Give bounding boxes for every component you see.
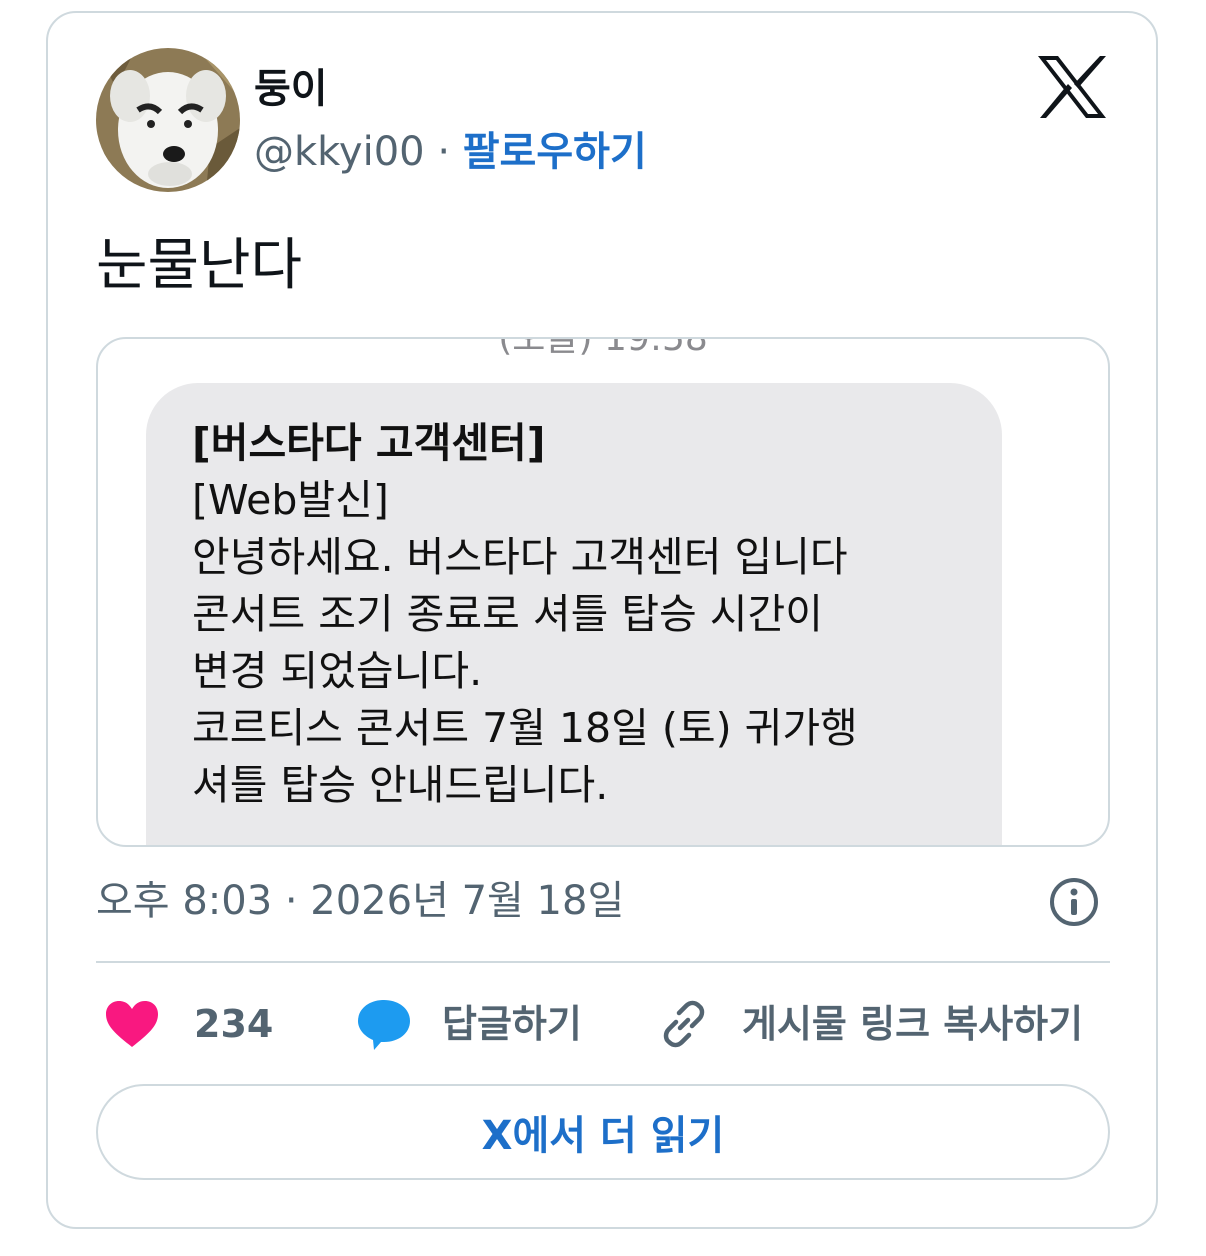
author-display-name[interactable]: 둥이 bbox=[254, 62, 328, 116]
follow-button[interactable]: 팔로우하기 bbox=[463, 129, 647, 175]
speech-bubble-icon bbox=[358, 1000, 410, 1050]
read-more-label: X에서 더 읽기 bbox=[481, 1113, 725, 1159]
sms-line: 코르티스 콘서트 7월 18일 (토) 귀가행 bbox=[192, 704, 858, 752]
sms-line: 변경 되었습니다. bbox=[192, 647, 483, 695]
like-button[interactable]: 234 bbox=[104, 994, 273, 1054]
reply-label: 답글하기 bbox=[442, 1002, 582, 1046]
sms-line: 안녕하세요. 버스타다 고객센터 입니다 bbox=[192, 533, 848, 581]
author-avatar[interactable] bbox=[96, 48, 240, 192]
author-handle-row: @kkyi00 · 팔로우하기 bbox=[254, 126, 647, 178]
link-icon bbox=[663, 1000, 705, 1048]
tweet-text: 눈물난다 bbox=[96, 233, 303, 298]
copy-link-label: 게시물 링크 복사하기 bbox=[742, 1002, 1084, 1046]
sms-line: [버스타다 고객센터] bbox=[192, 419, 546, 467]
reply-button[interactable]: 답글하기 bbox=[356, 994, 582, 1054]
sms-line: [Web발신] bbox=[192, 476, 389, 524]
info-icon[interactable] bbox=[1048, 876, 1100, 928]
sms-line: 콘서트 조기 종료로 셔틀 탑승 시간이 bbox=[192, 590, 823, 638]
x-logo-icon[interactable] bbox=[1036, 54, 1108, 120]
copy-link-button[interactable]: 게시물 링크 복사하기 bbox=[656, 994, 1083, 1054]
like-count: 234 bbox=[194, 1002, 274, 1046]
sms-line: 셔틀 탑승 안내드립니다. bbox=[192, 761, 609, 809]
sms-time-label: (오늘) 19:58 bbox=[498, 337, 708, 359]
puppy-avatar-icon bbox=[96, 48, 240, 192]
tweet-media-image[interactable]: (오늘) 19:58 [버스타다 고객센터] [Web발신] 안녕하세요. 버스… bbox=[96, 337, 1110, 847]
read-more-on-x-button[interactable]: X에서 더 읽기 bbox=[96, 1084, 1110, 1180]
divider bbox=[96, 961, 1110, 963]
tweet-timestamp[interactable]: 오후 8:03 · 2026년 7월 18일 bbox=[96, 874, 624, 928]
author-handle[interactable]: @kkyi00 bbox=[254, 129, 425, 175]
heart-icon bbox=[106, 1001, 158, 1047]
handle-separator: · bbox=[437, 129, 451, 175]
